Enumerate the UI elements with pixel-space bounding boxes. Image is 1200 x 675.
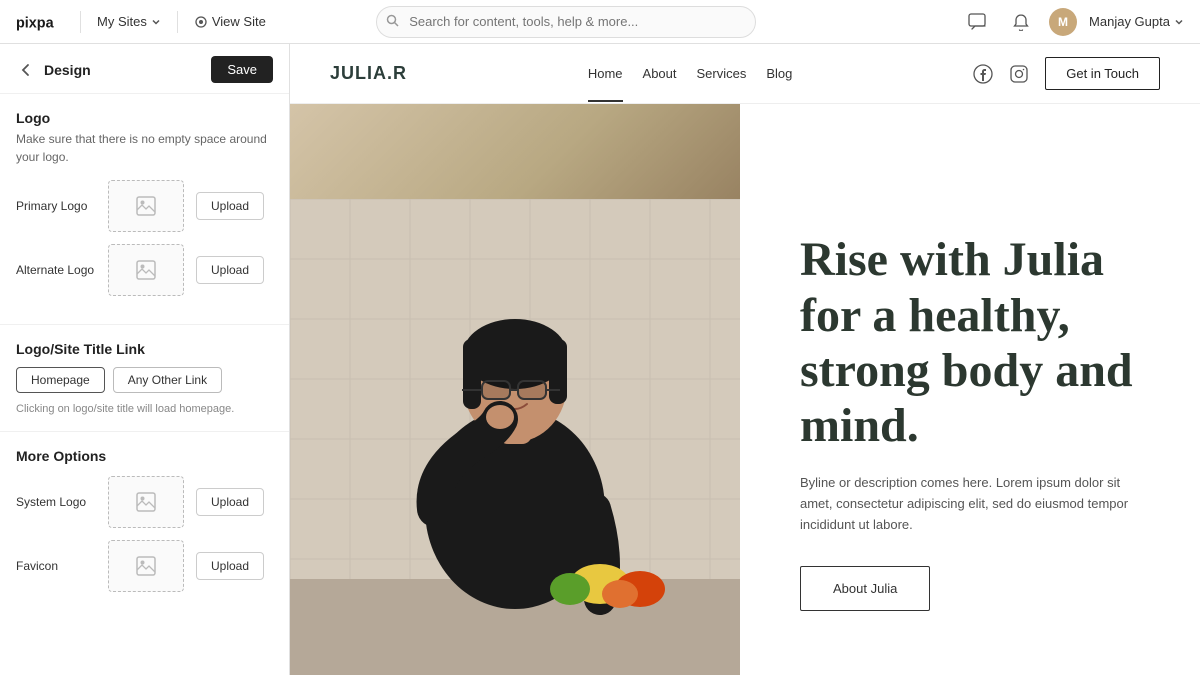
- homepage-option[interactable]: Homepage: [16, 367, 105, 393]
- system-logo-label: System Logo: [16, 495, 96, 509]
- primary-logo-upload-button[interactable]: Upload: [196, 192, 264, 220]
- logo-section-title: Logo: [16, 110, 273, 126]
- nav-services[interactable]: Services: [687, 66, 757, 81]
- avatar: M: [1049, 8, 1077, 36]
- topbar: pixpa My Sites View Site M Manjay Gupta: [0, 0, 1200, 44]
- system-logo-placeholder: [108, 476, 184, 528]
- my-sites-label: My Sites: [97, 14, 147, 29]
- view-site-button[interactable]: View Site: [194, 14, 266, 29]
- save-button[interactable]: Save: [211, 56, 273, 83]
- main-area: Design Save Logo Make sure that there is…: [0, 44, 1200, 675]
- topbar-divider: [80, 11, 81, 33]
- alternate-logo-row: Alternate Logo Upload: [16, 244, 273, 296]
- message-icon: [968, 13, 986, 31]
- search-input[interactable]: [376, 6, 756, 38]
- more-options-title: More Options: [16, 448, 273, 464]
- preview-area: JULIA.R Home About Services Blog: [290, 44, 1200, 675]
- hero-cta-button[interactable]: About Julia: [800, 566, 930, 611]
- image-placeholder-icon-2: [135, 259, 157, 281]
- svg-text:pixpa: pixpa: [16, 15, 55, 31]
- system-logo-row: System Logo Upload: [16, 476, 273, 528]
- hero-image: [290, 104, 740, 675]
- hero-person-svg: [290, 199, 740, 675]
- system-logo-upload-button[interactable]: Upload: [196, 488, 264, 516]
- image-placeholder-icon: [135, 195, 157, 217]
- facebook-icon[interactable]: [973, 64, 993, 84]
- bell-icon: [1012, 13, 1030, 31]
- back-arrow-icon: [18, 62, 34, 78]
- instagram-icon[interactable]: [1009, 64, 1029, 84]
- image-placeholder-icon-3: [135, 491, 157, 513]
- hero-description: Byline or description comes here. Lorem …: [800, 473, 1140, 535]
- user-menu[interactable]: Manjay Gupta: [1089, 14, 1184, 29]
- primary-logo-label: Primary Logo: [16, 199, 96, 213]
- topbar-right: M Manjay Gupta: [961, 6, 1184, 38]
- favicon-placeholder: [108, 540, 184, 592]
- user-chevron-icon: [1174, 17, 1184, 27]
- image-placeholder-icon-4: [135, 555, 157, 577]
- site-hero: Rise with Julia for a healthy, strong bo…: [290, 104, 1200, 675]
- site-nav: Home About Services Blog: [578, 66, 803, 81]
- logo-section-desc: Make sure that there is no empty space a…: [16, 130, 273, 166]
- my-sites-menu[interactable]: My Sites: [97, 14, 161, 29]
- panel-header: Design Save: [0, 44, 289, 94]
- search-icon: [386, 14, 399, 30]
- link-section: Logo/Site Title Link Homepage Any Other …: [0, 325, 289, 432]
- notifications-button[interactable]: [1005, 6, 1037, 38]
- panel-header-left: Design: [16, 60, 91, 80]
- left-panel: Design Save Logo Make sure that there is…: [0, 44, 290, 675]
- topbar-divider2: [177, 11, 178, 33]
- messages-button[interactable]: [961, 6, 993, 38]
- hero-image-bg: [290, 104, 740, 675]
- search-bar: [376, 6, 756, 38]
- logo-section: Logo Make sure that there is no empty sp…: [0, 94, 289, 325]
- site-nav-right: Get in Touch: [973, 57, 1160, 90]
- link-options: Homepage Any Other Link: [16, 367, 273, 393]
- favicon-label: Favicon: [16, 559, 96, 573]
- alternate-logo-placeholder: [108, 244, 184, 296]
- primary-logo-row: Primary Logo Upload: [16, 180, 273, 232]
- hero-content: Rise with Julia for a healthy, strong bo…: [740, 104, 1200, 675]
- eye-icon: [194, 15, 208, 29]
- nav-home[interactable]: Home: [578, 66, 633, 81]
- site-navbar: JULIA.R Home About Services Blog: [290, 44, 1200, 104]
- other-link-option[interactable]: Any Other Link: [113, 367, 222, 393]
- primary-logo-placeholder: [108, 180, 184, 232]
- link-section-title: Logo/Site Title Link: [16, 341, 273, 357]
- panel-title: Design: [44, 62, 91, 78]
- nav-about[interactable]: About: [633, 66, 687, 81]
- link-note: Clicking on logo/site title will load ho…: [16, 403, 273, 415]
- favicon-row: Favicon Upload: [16, 540, 273, 592]
- pixpa-logo[interactable]: pixpa: [16, 11, 56, 33]
- favicon-upload-button[interactable]: Upload: [196, 552, 264, 580]
- site-cta-button[interactable]: Get in Touch: [1045, 57, 1160, 90]
- hero-heading: Rise with Julia for a healthy, strong bo…: [800, 232, 1150, 453]
- nav-blog[interactable]: Blog: [756, 66, 802, 81]
- chevron-down-icon: [151, 17, 161, 27]
- view-site-label: View Site: [212, 14, 266, 29]
- back-button[interactable]: [16, 60, 36, 80]
- alternate-logo-upload-button[interactable]: Upload: [196, 256, 264, 284]
- more-options-section: More Options System Logo Upload Favicon …: [0, 432, 289, 616]
- alternate-logo-label: Alternate Logo: [16, 263, 96, 277]
- site-logo: JULIA.R: [330, 63, 407, 84]
